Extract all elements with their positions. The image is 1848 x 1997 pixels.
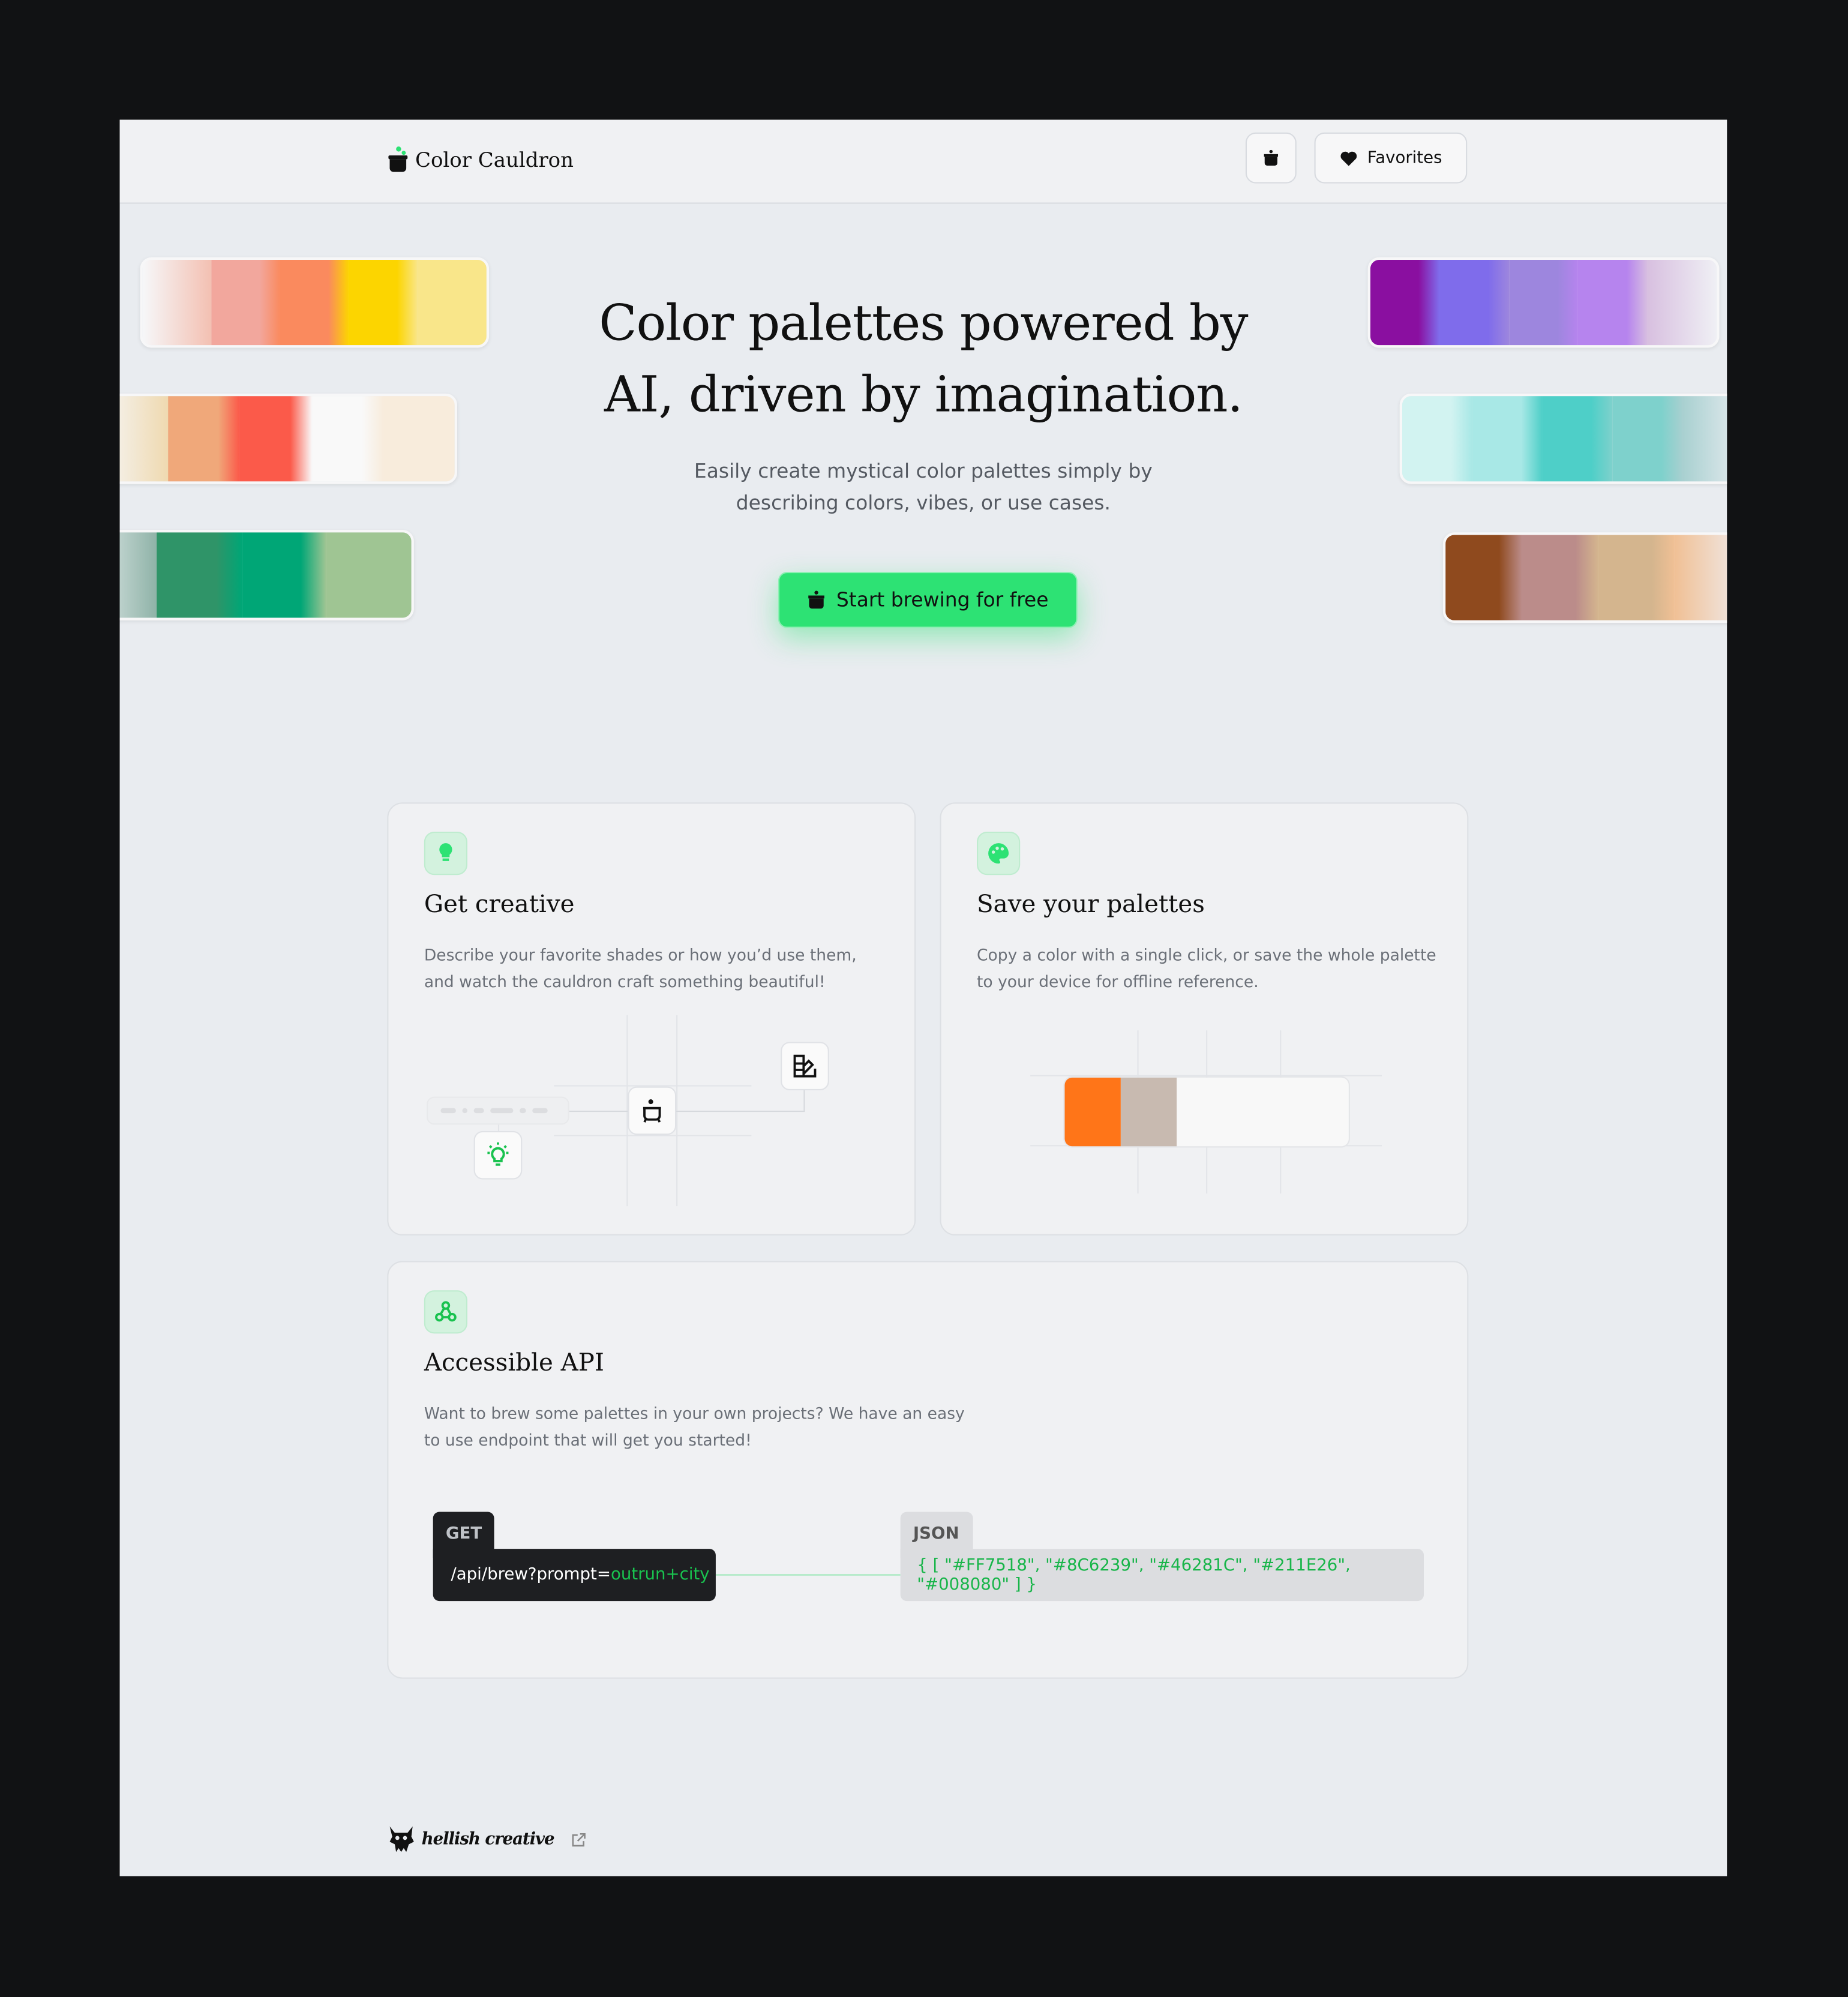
json-response: { [ "#FF7518", "#8C6239", "#46281C", "#2… [900, 1549, 1424, 1602]
swatch-node [781, 1042, 829, 1090]
feature-card-get-creative: Get creative Describe your favorite shad… [387, 802, 916, 1236]
grid-line [554, 1135, 752, 1137]
feature-title: Accessible API [424, 1348, 604, 1377]
desc-line: and watch the cauldron craft something b… [424, 971, 826, 991]
lightbulb-icon [424, 832, 467, 875]
prompt-input-mock [427, 1096, 569, 1125]
brew-button[interactable] [1245, 132, 1297, 184]
app-name: Color Cauldron [415, 147, 574, 172]
connector-line [554, 1110, 805, 1113]
hero-subtitle: Easily create mystical color palettes si… [120, 456, 1727, 520]
palette-swatch[interactable] [1522, 535, 1598, 620]
feature-title: Save your palettes [977, 890, 1205, 919]
endpoint-path: /api/brew?prompt= [451, 1565, 611, 1585]
heart-icon [1340, 151, 1357, 166]
swatch-book-icon [793, 1054, 817, 1078]
palette-strip[interactable] [1442, 532, 1727, 623]
hero-title-line: AI, driven by imagination. [604, 367, 1243, 424]
palette-swatch[interactable] [156, 532, 242, 618]
feature-card-save-palettes: Save your palettes Copy a color with a s… [940, 802, 1469, 1236]
desc-line: to use endpoint that will get you starte… [424, 1430, 752, 1450]
logo[interactable]: Color Cauldron [387, 145, 574, 173]
start-brewing-button[interactable]: Start brewing for free [778, 572, 1078, 628]
feature-description: Describe your favorite shades or how you… [424, 941, 857, 995]
palette-swatch[interactable] [1675, 535, 1727, 620]
palette-swatch[interactable] [1598, 535, 1675, 620]
idea-node [473, 1131, 523, 1180]
connector-line [803, 1090, 805, 1113]
feature-description: Copy a color with a single click, or sav… [977, 941, 1436, 995]
page: Color Cauldron Favorites Color palettes … [119, 119, 1727, 1876]
feature-description: Want to brew some palettes in your own p… [424, 1400, 965, 1453]
feature-card-api: Accessible API Want to brew some palette… [387, 1261, 1469, 1679]
palette-swatch-bar[interactable] [1063, 1076, 1350, 1148]
palette-swatch[interactable] [241, 532, 326, 618]
external-link-icon [572, 1832, 586, 1846]
cta-label: Start brewing for free [836, 588, 1049, 611]
cauldron-icon [1264, 149, 1279, 166]
palette-icon [977, 832, 1021, 875]
color-swatch[interactable] [1064, 1077, 1121, 1147]
endpoint-prompt: outrun+city [611, 1565, 710, 1585]
hero-title: Color palettes powered by AI, driven by … [120, 289, 1727, 432]
hero-title-line: Color palettes powered by [599, 295, 1248, 353]
cauldron-icon [388, 146, 408, 172]
desc-line: Describe your favorite shades or how you… [424, 944, 857, 964]
header: Color Cauldron Favorites [119, 119, 1727, 204]
hellish-creative-logo [389, 1826, 414, 1852]
color-swatch[interactable] [1120, 1077, 1177, 1147]
hero-subtitle-line: describing colors, vibes, or use cases. [736, 491, 1111, 515]
cauldron-node [628, 1086, 677, 1135]
favorites-label: Favorites [1367, 148, 1442, 168]
favorites-button[interactable]: Favorites [1314, 132, 1468, 184]
lightbulb-icon [487, 1142, 509, 1166]
desc-line: Want to brew some palettes in your own p… [424, 1404, 965, 1423]
palette-swatch[interactable] [326, 532, 412, 618]
endpoint-box[interactable]: /api/brew?prompt= outrun+city [433, 1549, 716, 1602]
desc-line: Copy a color with a single click, or sav… [977, 944, 1436, 964]
cauldron-icon [808, 590, 824, 609]
palette-swatch[interactable] [1445, 535, 1522, 620]
connector-line [715, 1574, 901, 1576]
hero-subtitle-line: Easily create mystical color palettes si… [694, 460, 1153, 483]
webhook-icon [424, 1290, 467, 1334]
cauldron-icon [643, 1099, 661, 1123]
palette-swatch[interactable] [119, 532, 157, 618]
palette-strip[interactable] [119, 530, 414, 620]
footer-brand-link[interactable]: hellish creative [387, 1824, 587, 1855]
color-swatch[interactable] [1177, 1077, 1349, 1147]
desc-line: to your device for offline reference. [977, 971, 1259, 991]
feature-title: Get creative [424, 890, 575, 919]
footer-brand: hellish creative [421, 1830, 555, 1849]
